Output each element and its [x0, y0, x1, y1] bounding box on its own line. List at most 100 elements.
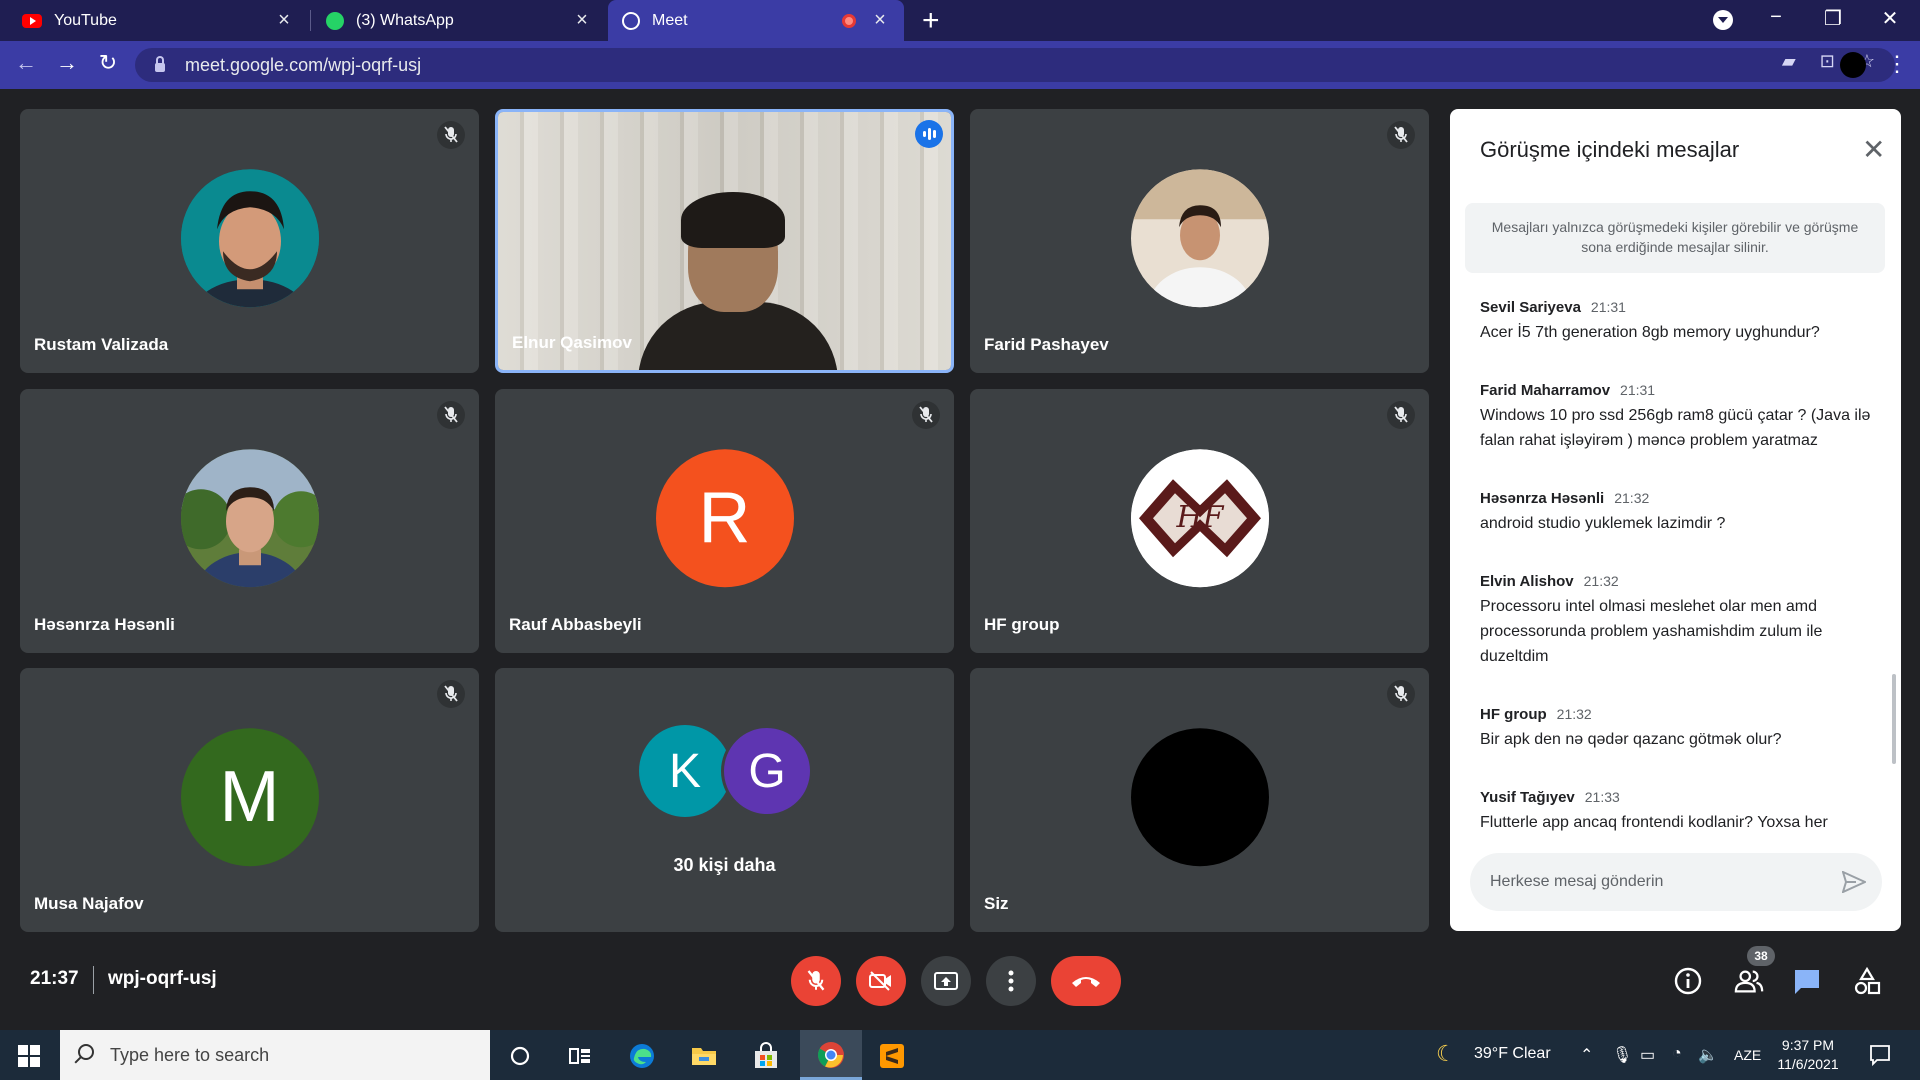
mic-off-icon [1387, 121, 1415, 149]
meeting-details-button[interactable] [1673, 966, 1703, 996]
taskbar-search-placeholder[interactable]: Type here to search [110, 1045, 269, 1066]
leave-call-button[interactable] [1051, 956, 1121, 1006]
restore-button[interactable]: ❐ [1813, 6, 1853, 31]
profile-avatar[interactable] [1840, 52, 1866, 78]
translate-icon[interactable]: ⊡ [1820, 51, 1835, 72]
avatar: R [655, 449, 794, 588]
store-icon[interactable] [752, 1042, 780, 1070]
language-indicator[interactable]: AZE [1734, 1047, 1761, 1063]
close-tab-icon[interactable]: × [572, 9, 592, 32]
back-icon[interactable]: ← [10, 50, 42, 76]
divider [93, 966, 94, 994]
notifications-icon[interactable] [1868, 1043, 1892, 1067]
avatar: M [180, 728, 319, 867]
new-tab-button[interactable]: + [922, 4, 940, 38]
chrome-taskbar-button[interactable] [800, 1030, 862, 1080]
minimize-button[interactable]: − [1756, 6, 1796, 29]
start-button[interactable] [18, 1045, 40, 1067]
participant-tile[interactable]: M Musa Najafov [20, 668, 479, 932]
participant-name: Siz [984, 894, 1009, 913]
message-time: 21:31 [1590, 299, 1626, 315]
browser-menu-icon[interactable]: ⋮ [1886, 51, 1908, 77]
show-hidden-icons-icon[interactable]: ⌃ [1580, 1045, 1593, 1065]
people-icon [1734, 970, 1764, 993]
self-tile[interactable]: Siz [970, 668, 1429, 932]
meeting-code: wpj-oqrf-usj [108, 968, 217, 989]
weather-text[interactable]: 39°F Clear [1474, 1045, 1551, 1063]
taskbar-search[interactable]: Type here to search [60, 1030, 490, 1080]
participant-tile[interactable]: Həsənrza Həsənli [20, 389, 479, 653]
message-text: android studio yuklemek lazimdir ? [1480, 515, 1726, 532]
chat-message: HF group 21:32 Bir apk den nə qədər qazan… [1480, 706, 1880, 752]
camera-toggle-button[interactable] [856, 956, 906, 1006]
chat-input-placeholder[interactable]: Herkese mesaj gönderin [1490, 873, 1663, 891]
chat-icon [1795, 970, 1819, 994]
address-bar[interactable]: meet.google.com/wpj-oqrf-usj ▰ ⊡ ☆ [135, 48, 1895, 82]
more-options-button[interactable] [986, 956, 1036, 1006]
send-icon[interactable] [1842, 871, 1866, 893]
more-vert-icon [1008, 970, 1014, 992]
chat-title: Görüşme içindeki mesajlar [1480, 137, 1740, 162]
avatar: G [721, 725, 813, 817]
close-tab-icon[interactable]: × [274, 9, 294, 32]
lock-icon[interactable] [155, 55, 165, 72]
taskbar-clock[interactable]: 9:37 PM 11/6/2021 [1768, 1036, 1848, 1074]
file-explorer-icon[interactable] [690, 1042, 718, 1070]
volume-icon[interactable]: 🔈 [1698, 1045, 1718, 1065]
message-time: 21:32 [1556, 706, 1592, 722]
wifi-icon[interactable]: ◔ [1672, 1045, 1682, 1063]
windows-taskbar: Type here to search ☾ 39°F Clear ⌃ 🎙 ▭ ◔… [0, 1030, 1920, 1080]
participant-tile[interactable]: HF HF group [970, 389, 1429, 653]
sublime-text-icon[interactable] [878, 1042, 906, 1070]
avatar [180, 169, 319, 308]
message-sender: HF group [1480, 706, 1547, 723]
chat-button[interactable] [1792, 966, 1822, 996]
reload-icon[interactable]: ↻ [92, 50, 124, 76]
message-time: 21:32 [1583, 573, 1619, 589]
avatar [1130, 169, 1269, 308]
task-view-icon[interactable] [566, 1042, 594, 1070]
participant-name: Farid Pashayev [984, 335, 1109, 354]
more-participants-tile[interactable]: K G 30 kişi daha [495, 668, 954, 932]
mic-off-icon [1387, 680, 1415, 708]
cortana-icon[interactable] [506, 1042, 534, 1070]
microphone-icon[interactable]: 🎙 [1612, 1045, 1632, 1065]
chat-scrollbar[interactable] [1892, 674, 1896, 764]
mic-toggle-button[interactable] [791, 956, 841, 1006]
chat-input[interactable]: Herkese mesaj gönderin [1470, 853, 1882, 911]
people-button[interactable] [1734, 966, 1764, 996]
close-tab-icon[interactable]: × [870, 9, 890, 32]
mic-off-icon [437, 680, 465, 708]
close-icon[interactable]: ✕ [1862, 133, 1885, 166]
hang-up-icon [1072, 977, 1100, 987]
message-sender: Həsənrza Həsənli [1480, 490, 1605, 507]
activities-button[interactable] [1852, 966, 1882, 996]
participant-name: Elnur Qasimov [512, 333, 632, 352]
tab-youtube[interactable]: YouTube × [8, 0, 308, 41]
tab-whatsapp[interactable]: (3) WhatsApp × [312, 0, 606, 41]
present-icon [934, 972, 958, 990]
participant-tile[interactable]: Rustam Valizada [20, 109, 479, 373]
message-time: 21:33 [1584, 789, 1620, 805]
message-text: Processoru intel olmasi meslehet olar me… [1480, 598, 1823, 665]
message-sender: Farid Maharramov [1480, 382, 1611, 399]
edge-icon[interactable] [628, 1042, 656, 1070]
participant-name: Rauf Abbasbeyli [509, 615, 642, 634]
participant-tile-speaking[interactable]: Elnur Qasimov [495, 109, 954, 373]
mic-off-icon [807, 970, 825, 991]
camera-icon[interactable]: ▰ [1782, 51, 1796, 72]
participant-tile[interactable]: R Rauf Abbasbeyli [495, 389, 954, 653]
battery-icon[interactable]: ▭ [1640, 1045, 1655, 1065]
tab-search-icon[interactable] [1713, 10, 1733, 30]
participant-tile[interactable]: Farid Pashayev [970, 109, 1429, 373]
present-screen-button[interactable] [921, 956, 971, 1006]
avatar: K [639, 725, 731, 817]
globe-icon [622, 11, 640, 30]
recording-icon [842, 13, 856, 28]
tab-meet[interactable]: Meet × [608, 0, 904, 41]
close-window-button[interactable]: ✕ [1870, 6, 1910, 31]
tab-title: (3) WhatsApp [356, 11, 454, 29]
weather-moon-icon[interactable]: ☾ [1436, 1041, 1456, 1067]
forward-icon[interactable]: → [51, 50, 83, 76]
url-text[interactable]: meet.google.com/wpj-oqrf-usj [185, 55, 421, 76]
